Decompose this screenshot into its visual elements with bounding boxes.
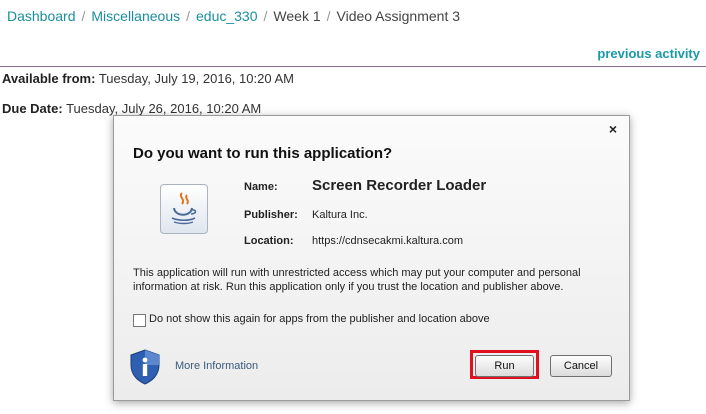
breadcrumb-week: Week 1 — [273, 8, 321, 24]
run-button[interactable]: Run — [475, 355, 534, 377]
available-from-label: Available from: — [2, 71, 96, 86]
breadcrumb-separator: / — [186, 8, 190, 24]
breadcrumb: Dashboard / Miscellaneous / educ_330 / Week 1 /… — [7, 8, 460, 24]
run-application-dialog: × Do you want to run this application? N… — [113, 115, 630, 401]
publisher-label: Publisher: — [244, 209, 298, 221]
name-label: Name: — [244, 181, 278, 193]
do-not-show-label[interactable]: Do not show this again for apps from the… — [149, 313, 490, 325]
due-date: Due Date: Tuesday, July 26, 2016, 10:20 … — [2, 101, 261, 116]
divider — [0, 66, 706, 67]
warning-text: This application will run with unrestric… — [133, 267, 581, 293]
shield-info-icon — [129, 349, 161, 385]
location-value: https://cdnsecakmi.kaltura.com — [312, 235, 464, 247]
breadcrumb-separator: / — [326, 8, 331, 24]
breadcrumb-separator: / — [263, 8, 268, 24]
due-date-value: Tuesday, July 26, 2016, 10:20 AM — [66, 101, 262, 116]
dialog-title: Do you want to run this application? — [133, 145, 393, 162]
breadcrumb-separator: / — [81, 8, 86, 24]
do-not-show-checkbox[interactable] — [133, 314, 146, 327]
cancel-button[interactable]: Cancel — [550, 355, 612, 377]
due-date-label: Due Date: — [2, 101, 63, 116]
breadcrumb-dashboard[interactable]: Dashboard — [7, 8, 76, 24]
available-from-value: Tuesday, July 19, 2016, 10:20 AM — [98, 71, 294, 86]
breadcrumb-miscellaneous[interactable]: Miscellaneous — [91, 8, 180, 24]
breadcrumb-course[interactable]: educ_330 — [196, 8, 258, 24]
publisher-value: Kaltura Inc. — [312, 209, 368, 221]
available-from: Available from: Tuesday, July 19, 2016, … — [2, 71, 294, 86]
previous-activity-link[interactable]: previous activity — [597, 46, 700, 61]
more-information-link[interactable]: More Information — [175, 360, 258, 372]
close-icon[interactable]: × — [607, 122, 619, 136]
breadcrumb-current: Video Assignment 3 — [336, 8, 461, 24]
java-icon — [160, 184, 208, 234]
name-value: Screen Recorder Loader — [312, 177, 487, 194]
location-label: Location: — [244, 235, 294, 247]
